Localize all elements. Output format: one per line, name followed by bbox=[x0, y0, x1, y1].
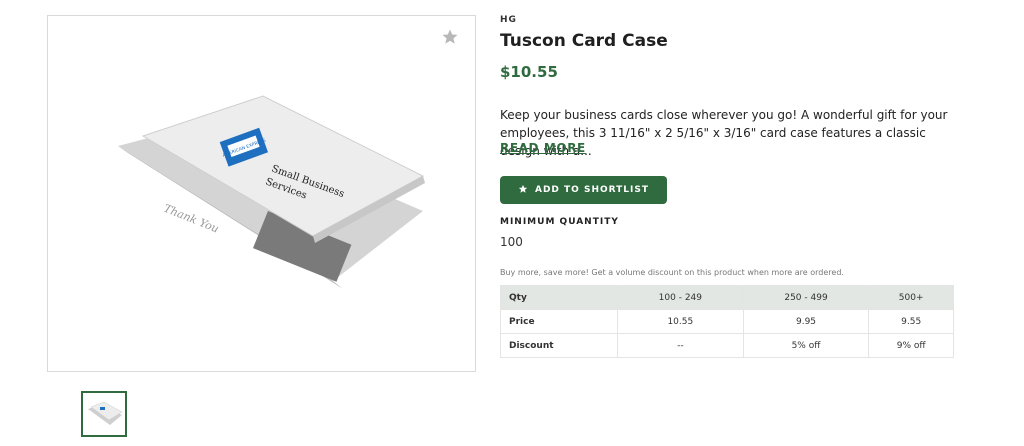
thumbnail-image[interactable] bbox=[81, 391, 127, 437]
product-price: $10.55 bbox=[500, 63, 558, 81]
table-cell: 9.95 bbox=[742, 309, 870, 334]
favorite-star-icon[interactable] bbox=[441, 28, 459, 46]
volume-pricing-table: Qty 100 - 249 250 - 499 500+ Price 10.55… bbox=[500, 285, 954, 358]
table-cell: 9% off bbox=[868, 333, 954, 358]
product-image: Thank You AMERICAN EXPRESS Small Busines… bbox=[118, 95, 425, 289]
table-row: Discount -- 5% off 9% off bbox=[500, 333, 954, 358]
table-header-cell: 500+ bbox=[868, 285, 954, 310]
table-row: Price 10.55 9.95 9.55 bbox=[500, 309, 954, 334]
minimum-quantity-value: 100 bbox=[500, 235, 523, 249]
table-cell: -- bbox=[617, 333, 744, 358]
table-cell: Discount bbox=[500, 333, 618, 358]
star-icon bbox=[518, 184, 528, 197]
product-image-frame: Thank You AMERICAN EXPRESS Small Busines… bbox=[47, 15, 476, 372]
table-cell: 10.55 bbox=[617, 309, 744, 334]
table-header-cell: 250 - 499 bbox=[742, 285, 870, 310]
table-cell: Price bbox=[500, 309, 618, 334]
table-cell: 5% off bbox=[742, 333, 870, 358]
minimum-quantity-label: MINIMUM QUANTITY bbox=[500, 217, 619, 227]
brand-label: HG bbox=[500, 15, 517, 25]
add-to-shortlist-label: ADD TO SHORTLIST bbox=[535, 185, 649, 195]
add-to-shortlist-button[interactable]: ADD TO SHORTLIST bbox=[500, 176, 667, 204]
product-title: Tuscon Card Case bbox=[500, 31, 668, 51]
read-more-link[interactable]: READ MORE bbox=[500, 141, 586, 155]
table-header-cell: 100 - 249 bbox=[617, 285, 744, 310]
volume-discount-note: Buy more, save more! Get a volume discou… bbox=[500, 268, 844, 277]
table-header-row: Qty 100 - 249 250 - 499 500+ bbox=[500, 285, 954, 310]
table-cell: 9.55 bbox=[868, 309, 954, 334]
table-header-cell: Qty bbox=[500, 285, 618, 310]
svg-text:Thank You: Thank You bbox=[162, 202, 221, 236]
